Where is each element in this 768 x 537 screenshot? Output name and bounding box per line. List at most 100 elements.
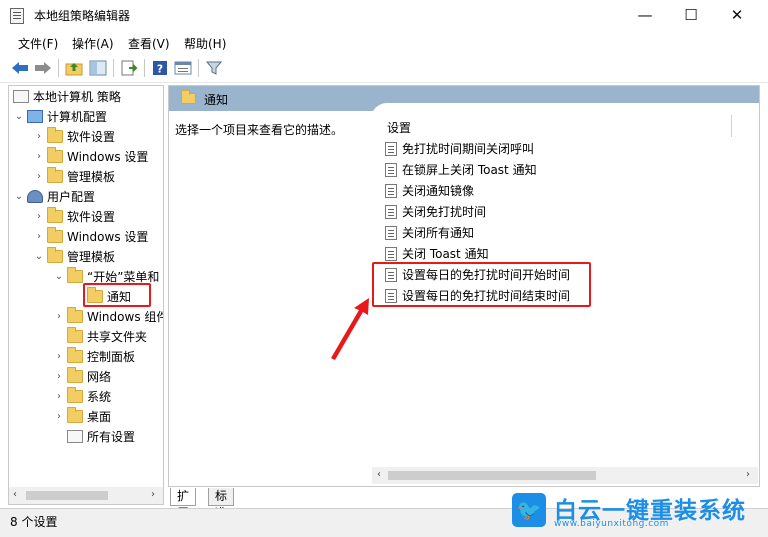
scroll-left-icon[interactable]: ‹	[13, 489, 17, 500]
folder-icon	[67, 406, 83, 423]
properties-icon[interactable]	[173, 58, 193, 78]
folder-icon	[67, 386, 83, 403]
chevron-right-icon[interactable]: ›	[33, 231, 45, 242]
tree-item-windows-components[interactable]: › Windows 组件	[53, 306, 163, 326]
setting-row[interactable]: 免打扰时间期间关闭呼叫	[385, 139, 534, 158]
all-settings-icon	[67, 429, 83, 443]
scroll-right-icon[interactable]: ›	[151, 489, 155, 500]
computer-policy-icon	[13, 89, 29, 103]
policy-icon	[385, 204, 397, 219]
watermark-logo: 🐦 白云一键重装系统 www.baiyunxitong.com	[512, 493, 764, 531]
filter-icon[interactable]	[204, 58, 224, 78]
folder-icon	[47, 226, 63, 243]
policy-icon	[385, 183, 397, 198]
setting-row[interactable]: 关闭通知镜像	[385, 181, 474, 200]
tree-label: Windows 设置	[67, 229, 149, 244]
policy-icon	[385, 162, 397, 177]
forward-icon[interactable]	[33, 58, 53, 78]
gpedit-app-icon	[10, 8, 24, 24]
tree-label: “开始”菜单和	[87, 269, 160, 284]
tree-label: 桌面	[87, 409, 112, 424]
policy-icon	[385, 225, 397, 240]
folder-icon	[67, 306, 83, 323]
menu-view[interactable]: 查看(V)	[128, 35, 170, 52]
scroll-right-icon[interactable]: ›	[746, 469, 750, 480]
tab-extended[interactable]: 扩展	[170, 488, 197, 520]
policy-icon	[385, 246, 397, 261]
tree-horizontal-scrollbar[interactable]: ‹ ›	[9, 487, 163, 504]
scrollbar-thumb[interactable]	[388, 471, 596, 480]
tree-item-cc-windows[interactable]: › Windows 设置	[33, 146, 148, 166]
folder-icon	[67, 366, 83, 383]
tree-item-desktop[interactable]: › 桌面	[53, 406, 111, 426]
toolbar-separator	[58, 59, 59, 77]
menu-file[interactable]: 文件(F)	[18, 35, 58, 52]
menu-action[interactable]: 操作(A)	[72, 35, 114, 52]
chevron-right-icon[interactable]: ›	[33, 131, 45, 142]
column-header-setting[interactable]: 设置	[387, 119, 411, 136]
chevron-down-icon[interactable]: ⌄	[13, 191, 25, 202]
folder-icon	[47, 166, 63, 183]
tree-label: Windows 设置	[67, 149, 149, 164]
tree-item-root[interactable]: 本地计算机 策略	[11, 86, 121, 106]
chevron-right-icon[interactable]: ›	[53, 371, 65, 382]
minimize-button[interactable]: —	[622, 0, 668, 31]
chevron-right-icon[interactable]: ›	[33, 151, 45, 162]
folder-icon	[47, 246, 63, 263]
description-text: 选择一个项目来查看它的描述。	[175, 123, 344, 137]
window-title: 本地组策略编辑器	[34, 9, 131, 23]
chevron-right-icon[interactable]: ›	[53, 311, 65, 322]
toolbar-separator	[198, 59, 199, 77]
user-icon	[27, 189, 43, 203]
chevron-down-icon[interactable]: ⌄	[33, 251, 45, 262]
highlight-quiet-hours-settings	[372, 262, 591, 307]
tree-label: 系统	[87, 389, 112, 404]
close-button[interactable]: ✕	[714, 0, 760, 31]
maximize-button[interactable]: ☐	[668, 0, 714, 31]
tree-label: 计算机配置	[47, 109, 108, 124]
chevron-down-icon[interactable]: ⌄	[13, 111, 25, 122]
tree-item-shared-folders[interactable]: 共享文件夹	[53, 326, 147, 346]
tree-label: 用户配置	[47, 189, 96, 204]
tree-label: 本地计算机 策略	[33, 89, 121, 104]
setting-label: 关闭所有通知	[402, 226, 475, 240]
chevron-right-icon[interactable]: ›	[53, 351, 65, 362]
setting-row[interactable]: 关闭免打扰时间	[385, 202, 486, 221]
tree-item-uc-admin[interactable]: ⌄ 管理模板	[33, 246, 115, 266]
tree-item-uc-windows[interactable]: › Windows 设置	[33, 226, 148, 246]
tree-item-network[interactable]: › 网络	[53, 366, 111, 386]
tree-item-all-settings[interactable]: 所有设置	[53, 426, 135, 446]
tab-standard[interactable]: 标准	[208, 488, 235, 520]
tree-item-cc-admin[interactable]: › 管理模板	[33, 166, 115, 186]
tree-label: 共享文件夹	[87, 329, 148, 344]
back-icon[interactable]	[10, 58, 30, 78]
chevron-down-icon[interactable]: ⌄	[53, 271, 65, 282]
tree-item-cc-software[interactable]: › 软件设置	[33, 126, 115, 146]
up-folder-icon[interactable]	[64, 58, 84, 78]
chevron-right-icon[interactable]: ›	[53, 391, 65, 402]
help-icon[interactable]: ?	[150, 58, 170, 78]
title-bar: 本地组策略编辑器 — ☐ ✕	[0, 0, 768, 31]
folder-icon	[47, 206, 63, 223]
setting-row[interactable]: 关闭所有通知	[385, 223, 474, 242]
details-horizontal-scrollbar[interactable]: ‹ ›	[372, 467, 758, 484]
chevron-right-icon[interactable]: ›	[33, 171, 45, 182]
setting-row[interactable]: 关闭 Toast 通知	[385, 244, 489, 263]
computer-icon	[27, 109, 43, 123]
tree-item-uc-software[interactable]: › 软件设置	[33, 206, 115, 226]
scrollbar-thumb[interactable]	[26, 491, 108, 500]
tree-item-system[interactable]: › 系统	[53, 386, 111, 406]
column-divider	[731, 115, 732, 137]
chevron-right-icon[interactable]: ›	[33, 211, 45, 222]
tree-item-computer-config[interactable]: ⌄ 计算机配置	[13, 106, 107, 126]
tree-item-control-panel[interactable]: › 控制面板	[53, 346, 135, 366]
setting-label: 关闭 Toast 通知	[402, 247, 489, 261]
export-list-icon[interactable]	[119, 58, 139, 78]
folder-icon	[67, 326, 83, 343]
setting-row[interactable]: 在锁屏上关闭 Toast 通知	[385, 160, 537, 179]
show-hide-tree-icon[interactable]	[88, 58, 108, 78]
tree-item-user-config[interactable]: ⌄ 用户配置	[13, 186, 95, 206]
chevron-right-icon[interactable]: ›	[53, 411, 65, 422]
menu-help[interactable]: 帮助(H)	[184, 35, 226, 52]
scroll-left-icon[interactable]: ‹	[377, 469, 381, 480]
